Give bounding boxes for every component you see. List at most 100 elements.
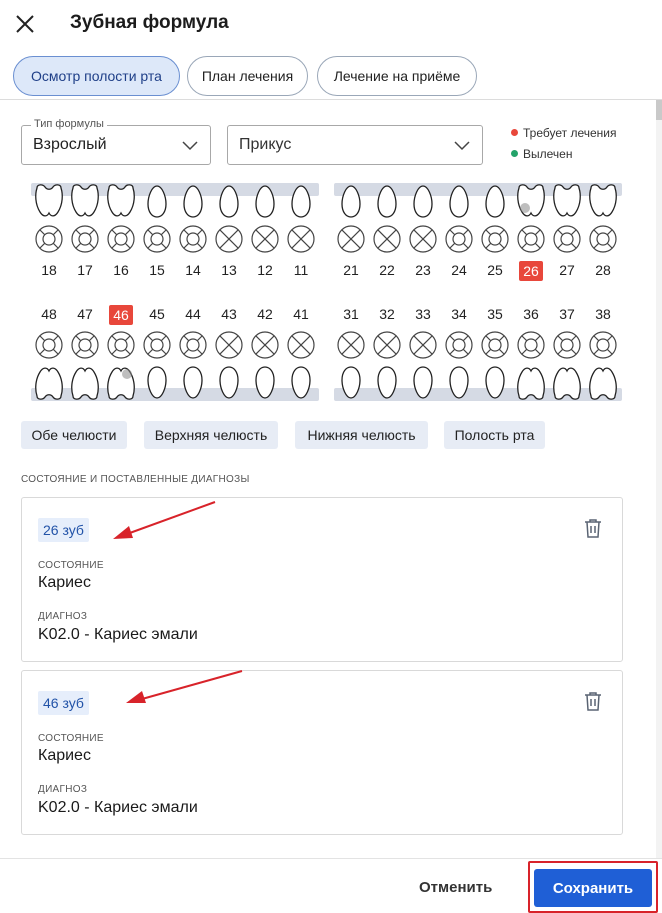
tooth-missing-icon[interactable] — [372, 330, 402, 360]
tooth-number[interactable]: 15 — [139, 262, 175, 278]
incisor-tooth-icon[interactable] — [283, 364, 319, 402]
tooth-number[interactable]: 33 — [405, 306, 441, 322]
chip-oral-cavity[interactable]: Полость рта — [444, 421, 545, 449]
tooth-missing-icon[interactable] — [336, 330, 366, 360]
tooth-surface-icon[interactable] — [70, 224, 100, 254]
molar-tooth-icon[interactable] — [31, 364, 67, 402]
tooth-number[interactable]: 12 — [247, 262, 283, 278]
tooth-surface-icon[interactable] — [70, 330, 100, 360]
tooth-missing-icon[interactable] — [286, 224, 316, 254]
tooth-surface-icon[interactable] — [480, 224, 510, 254]
tooth-surface-icon[interactable] — [34, 330, 64, 360]
tooth-surface-icon[interactable] — [178, 224, 208, 254]
molar-tooth-icon[interactable] — [585, 364, 621, 402]
molar-tooth-icon[interactable] — [67, 182, 103, 220]
incisor-tooth-icon[interactable] — [405, 182, 441, 220]
tab-treatment-visit[interactable]: Лечение на приёме — [317, 56, 477, 96]
tooth-number[interactable]: 18 — [31, 262, 67, 278]
tooth-surface-icon[interactable] — [106, 330, 136, 360]
incisor-tooth-icon[interactable] — [333, 364, 369, 402]
tab-oral-exam[interactable]: Осмотр полости рта — [13, 56, 180, 96]
tooth-surface-icon[interactable] — [444, 330, 474, 360]
chip-lower-jaw[interactable]: Нижняя челюсть — [295, 421, 428, 449]
chip-upper-jaw[interactable]: Верхняя челюсть — [144, 421, 278, 449]
tooth-missing-icon[interactable] — [250, 224, 280, 254]
incisor-tooth-icon[interactable] — [405, 364, 441, 402]
tooth-surface-icon[interactable] — [142, 330, 172, 360]
tooth-number[interactable]: 41 — [283, 306, 319, 322]
incisor-tooth-icon[interactable] — [369, 364, 405, 402]
tooth-missing-icon[interactable] — [214, 330, 244, 360]
tooth-surface-icon[interactable] — [444, 224, 474, 254]
tooth-number[interactable]: 23 — [405, 262, 441, 278]
tooth-number[interactable]: 42 — [247, 306, 283, 322]
tooth-number[interactable]: 43 — [211, 306, 247, 322]
tooth-number[interactable]: 17 — [67, 262, 103, 278]
incisor-tooth-icon[interactable] — [139, 364, 175, 402]
incisor-tooth-icon[interactable] — [247, 182, 283, 220]
molar-tooth-icon[interactable] — [67, 364, 103, 402]
tooth-surface-icon[interactable] — [552, 224, 582, 254]
tooth-number[interactable]: 26 — [519, 261, 543, 281]
tooth-number[interactable]: 14 — [175, 262, 211, 278]
close-icon[interactable] — [14, 13, 36, 35]
molar-tooth-icon[interactable] — [31, 182, 67, 220]
incisor-tooth-icon[interactable] — [441, 364, 477, 402]
incisor-tooth-icon[interactable] — [283, 182, 319, 220]
tooth-missing-icon[interactable] — [372, 224, 402, 254]
tooth-surface-icon[interactable] — [106, 224, 136, 254]
tooth-surface-icon[interactable] — [516, 224, 546, 254]
tooth-missing-icon[interactable] — [408, 330, 438, 360]
cancel-button[interactable]: Отменить — [407, 875, 504, 901]
tooth-number[interactable]: 24 — [441, 262, 477, 278]
incisor-tooth-icon[interactable] — [441, 182, 477, 220]
tooth-number[interactable]: 13 — [211, 262, 247, 278]
incisor-tooth-icon[interactable] — [211, 364, 247, 402]
incisor-tooth-icon[interactable] — [139, 182, 175, 220]
tooth-number[interactable]: 16 — [103, 262, 139, 278]
tooth-number[interactable]: 11 — [283, 262, 319, 278]
tooth-number[interactable]: 34 — [441, 306, 477, 322]
tooth-missing-icon[interactable] — [336, 224, 366, 254]
tooth-number[interactable]: 47 — [67, 306, 103, 322]
scrollbar-track[interactable] — [656, 100, 662, 860]
tooth-number[interactable]: 35 — [477, 306, 513, 322]
tab-treatment-plan[interactable]: План лечения — [187, 56, 308, 96]
molar-tooth-icon[interactable] — [549, 364, 585, 402]
incisor-tooth-icon[interactable] — [211, 182, 247, 220]
save-button[interactable]: Сохранить — [534, 869, 652, 907]
incisor-tooth-icon[interactable] — [477, 364, 513, 402]
molar-tooth-icon[interactable] — [585, 182, 621, 220]
tooth-number[interactable]: 46 — [109, 305, 133, 325]
incisor-tooth-icon[interactable] — [175, 364, 211, 402]
tooth-surface-icon[interactable] — [178, 330, 208, 360]
tooth-number[interactable]: 36 — [513, 306, 549, 322]
tooth-missing-icon[interactable] — [214, 224, 244, 254]
molar-tooth-icon[interactable] — [103, 182, 139, 220]
tooth-surface-icon[interactable] — [588, 224, 618, 254]
tooth-surface-icon[interactable] — [552, 330, 582, 360]
incisor-tooth-icon[interactable] — [247, 364, 283, 402]
tooth-number[interactable]: 37 — [549, 306, 585, 322]
tooth-number[interactable]: 22 — [369, 262, 405, 278]
tooth-number[interactable]: 38 — [585, 306, 621, 322]
molar-tooth-icon[interactable] — [549, 182, 585, 220]
incisor-tooth-icon[interactable] — [369, 182, 405, 220]
tooth-number[interactable]: 28 — [585, 262, 621, 278]
incisor-tooth-icon[interactable] — [477, 182, 513, 220]
tooth-caries-icon[interactable] — [103, 364, 139, 402]
tooth-caries-icon[interactable] — [513, 182, 549, 220]
incisor-tooth-icon[interactable] — [175, 182, 211, 220]
tooth-number[interactable]: 48 — [31, 306, 67, 322]
tooth-number[interactable]: 27 — [549, 262, 585, 278]
tooth-missing-icon[interactable] — [286, 330, 316, 360]
tooth-surface-icon[interactable] — [34, 224, 64, 254]
scrollbar-thumb[interactable] — [656, 100, 662, 120]
chip-both-jaws[interactable]: Обе челюсти — [21, 421, 127, 449]
trash-icon[interactable] — [584, 691, 602, 711]
tooth-number[interactable]: 32 — [369, 306, 405, 322]
tooth-number[interactable]: 44 — [175, 306, 211, 322]
tooth-missing-icon[interactable] — [250, 330, 280, 360]
trash-icon[interactable] — [584, 518, 602, 538]
molar-tooth-icon[interactable] — [513, 364, 549, 402]
